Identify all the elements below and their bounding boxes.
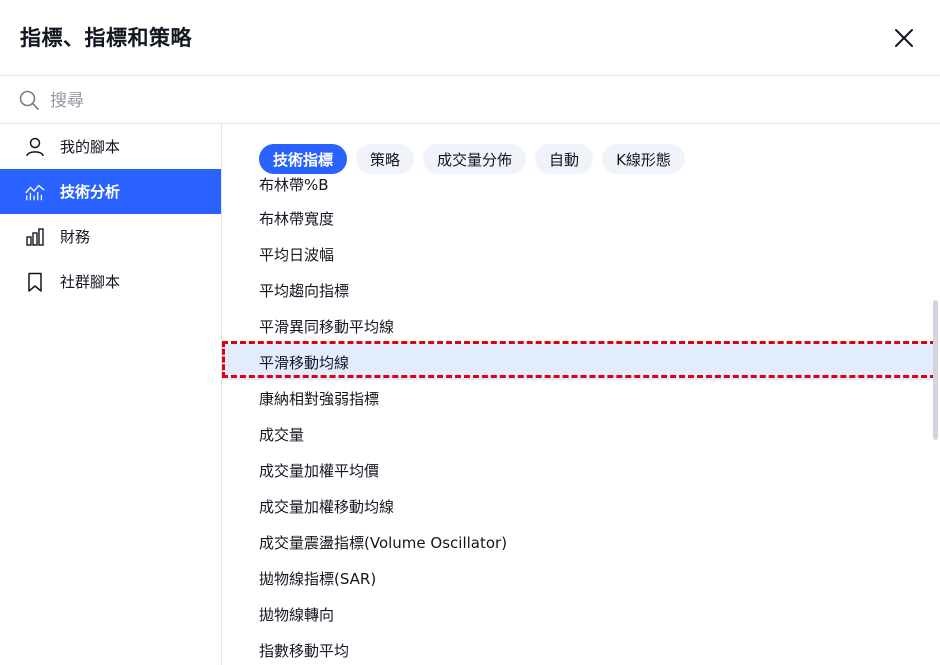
list-item[interactable]: 平均趨向指標: [222, 272, 934, 308]
list-item[interactable]: 成交量: [222, 416, 934, 452]
main-panel: 技術指標 策略 成交量分佈 自動 K線形態 布林帶%B 布林帶寬度 平均日波幅 …: [222, 124, 940, 665]
list-item[interactable]: 布林帶寬度: [222, 200, 934, 236]
list-item[interactable]: 拋物線指標(SAR): [222, 560, 934, 596]
bookmark-icon: [24, 271, 46, 293]
sidebar-item-my-scripts[interactable]: 我的腳本: [0, 124, 221, 169]
close-icon: [895, 29, 913, 47]
bar-chart-icon: [24, 226, 46, 248]
dialog-header: 指標、指標和策略: [0, 0, 940, 76]
list-item[interactable]: 成交量加權平均價: [222, 452, 934, 488]
tab-volume-profile[interactable]: 成交量分佈: [423, 144, 527, 174]
sidebar-item-label: 社群腳本: [60, 273, 121, 291]
tab-technical-indicators[interactable]: 技術指標: [259, 144, 348, 174]
tab-auto[interactable]: 自動: [535, 144, 594, 174]
list-item[interactable]: 成交量加權移動均線: [222, 488, 934, 524]
list-item[interactable]: 指數移動平均: [222, 632, 934, 665]
chart-line-icon: [24, 181, 46, 203]
sidebar-item-technicals[interactable]: 技術分析: [0, 169, 221, 214]
sidebar-item-label: 財務: [60, 228, 91, 246]
indicators-dialog: 指標、指標和策略 我的腳本: [0, 0, 940, 665]
list-item-selected[interactable]: 平滑移動均線: [222, 344, 934, 380]
search-bar: [0, 76, 940, 124]
tab-strategies[interactable]: 策略: [356, 144, 415, 174]
sidebar-item-financials[interactable]: 財務: [0, 214, 221, 259]
list-item[interactable]: 成交量震盪指標(Volume Oscillator): [222, 524, 934, 560]
list-item[interactable]: 布林帶%B: [222, 176, 934, 202]
tab-candlestick-patterns[interactable]: K線形態: [602, 144, 685, 174]
sidebar-item-community-scripts[interactable]: 社群腳本: [0, 259, 221, 304]
dialog-title: 指標、指標和策略: [20, 26, 192, 50]
sidebar: 我的腳本 技術分析 財務 社群腳本: [0, 124, 222, 665]
user-icon: [24, 136, 46, 158]
category-tabs: 技術指標 策略 成交量分佈 自動 K線形態: [259, 144, 685, 174]
list-item[interactable]: 拋物線轉向: [222, 596, 934, 632]
scrollbar[interactable]: [933, 300, 938, 440]
list-item[interactable]: 平均日波幅: [222, 236, 934, 272]
list-item[interactable]: 康納相對強弱指標: [222, 380, 934, 416]
list-item[interactable]: 平滑異同移動平均線: [222, 308, 934, 344]
search-icon: [19, 90, 39, 110]
sidebar-item-label: 我的腳本: [60, 138, 121, 156]
indicator-list: 布林帶%B 布林帶寬度 平均日波幅 平均趨向指標 平滑異同移動平均線 平滑移動均…: [222, 176, 940, 665]
close-button[interactable]: [890, 24, 918, 52]
sidebar-item-label: 技術分析: [60, 183, 121, 201]
search-input[interactable]: [48, 85, 912, 117]
